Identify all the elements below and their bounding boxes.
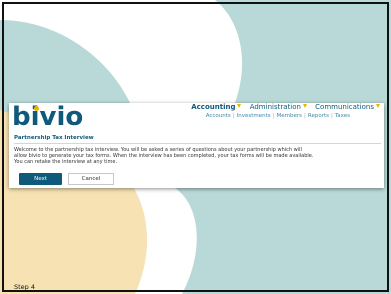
subnav-separator: | [304,113,306,119]
slide-frame: bivio Accounting Administration Communic… [0,0,391,294]
subnav-investments[interactable]: Investments [237,113,271,119]
primary-nav: Accounting Administration Communications [185,103,380,111]
dropdown-arrow-icon [302,104,307,108]
subnav-members[interactable]: Members [277,113,303,119]
logo-text: bivio [12,102,84,132]
dropdown-arrow-icon [376,104,380,108]
nav-accounting-label: Accounting [191,103,236,111]
nav-communications-label: Communications [315,103,374,111]
next-button-label: Next [34,176,47,182]
subnav-taxes[interactable]: Taxes [335,113,350,119]
page-title: Partnership Tax Interview [14,135,94,141]
nav-administration-label: Administration [249,103,301,111]
nav-administration[interactable]: Administration [250,103,307,111]
bivio-logo[interactable]: bivio [12,103,92,131]
bg-white-arc-top [0,0,243,103]
step-label: Step 4 [14,283,36,291]
subnav-separator: | [272,113,275,119]
subnav-separator: | [330,113,333,119]
dropdown-arrow-icon [237,104,242,108]
divider [14,143,381,144]
secondary-nav: Accounts | Investments | Members | Reports | Tax… [206,113,350,119]
subnav-separator: | [232,113,235,119]
next-button[interactable]: Next [19,173,62,185]
subnav-accounts[interactable]: Accounts [206,113,231,119]
intro-text: Welcome to the partnership tax interview… [14,147,314,165]
nav-accounting[interactable]: Accounting [191,103,242,111]
cancel-button[interactable]: Cancel [68,173,114,185]
app-panel: bivio Accounting Administration Communic… [9,103,384,188]
cancel-button-label: Cancel [81,176,101,182]
nav-communications[interactable]: Communications [315,103,380,111]
logo-dot-icon [34,106,39,111]
subnav-reports[interactable]: Reports [308,113,329,119]
